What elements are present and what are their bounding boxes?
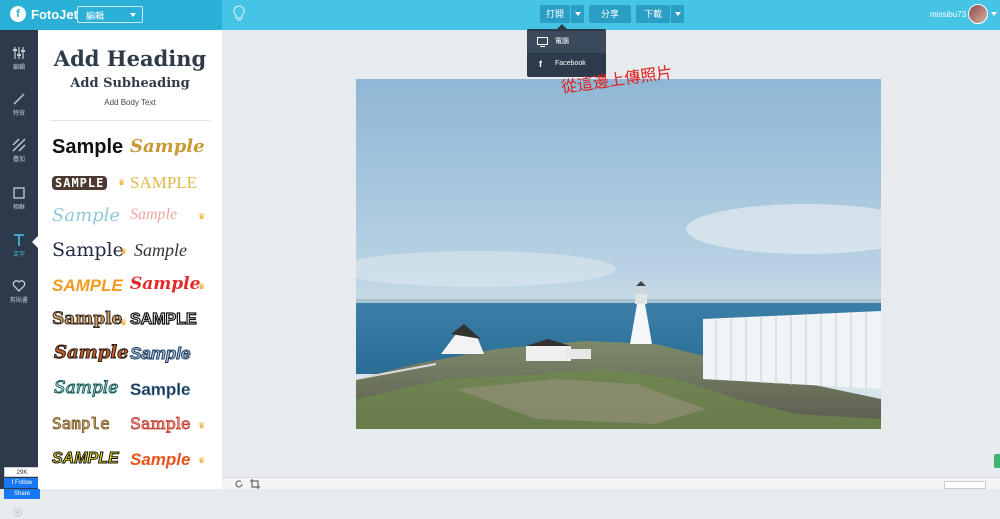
sidebar-item-clipart[interactable]: 剪貼畫 bbox=[0, 275, 38, 315]
mode-select[interactable]: 編輯 bbox=[77, 6, 143, 23]
rotate-icon[interactable] bbox=[234, 479, 244, 489]
text-style-sample[interactable]: Sample bbox=[130, 451, 190, 468]
mode-select-value: 編輯 bbox=[86, 11, 105, 21]
overlay-icon bbox=[12, 138, 26, 152]
text-style-sample[interactable]: Sample bbox=[52, 207, 120, 225]
premium-crown-icon: ♛ bbox=[120, 247, 128, 256]
premium-crown-icon: ♛ bbox=[198, 282, 206, 291]
text-style-sample[interactable]: Sample bbox=[52, 241, 124, 260]
lighthouse-photo[interactable] bbox=[356, 79, 881, 429]
open-dropdown-toggle[interactable] bbox=[570, 5, 584, 23]
premium-crown-icon: ♛ bbox=[198, 421, 206, 430]
divider bbox=[50, 120, 210, 121]
text-style-sample[interactable]: SAMPLE bbox=[52, 176, 108, 190]
text-style-sample[interactable]: SAMPLE bbox=[52, 450, 120, 467]
premium-crown-icon: ♛ bbox=[120, 318, 128, 327]
facebook-widget: 29K f Follow Share bbox=[4, 467, 40, 499]
sidebar-item-effects[interactable]: 特效 bbox=[0, 88, 38, 128]
sidebar-item-label: 疊加 bbox=[12, 157, 25, 163]
sidebar-item-text[interactable]: 文字 bbox=[0, 229, 38, 269]
gear-icon[interactable] bbox=[11, 506, 24, 519]
sidebar-item-label: 編輯 bbox=[12, 65, 25, 71]
fb-follow-count: 29K bbox=[4, 467, 40, 477]
text-style-sample[interactable]: Sample bbox=[130, 276, 200, 293]
text-style-sample[interactable]: Sample bbox=[54, 343, 130, 362]
premium-crown-icon: ♛ bbox=[198, 456, 206, 465]
top-bar: f FotoJet 編輯 打開 分享 下載 missibu73 bbox=[0, 0, 1000, 30]
feedback-tab[interactable] bbox=[994, 454, 1000, 468]
sidebar-item-edit[interactable]: 編輯 bbox=[0, 42, 38, 82]
add-subheading-button[interactable]: Add Subheading bbox=[38, 76, 222, 91]
crop-icon[interactable] bbox=[250, 479, 260, 489]
text-style-sample[interactable]: Sample bbox=[130, 138, 205, 156]
sidebar-item-label: 剪貼畫 bbox=[9, 298, 28, 304]
chevron-down-icon[interactable] bbox=[991, 12, 997, 16]
fotojet-logo-icon: f bbox=[10, 6, 26, 22]
chevron-down-icon bbox=[130, 13, 136, 17]
menu-item-label: 電腦 bbox=[555, 38, 569, 45]
text-panel: Add Heading Add Subheading Add Body Text… bbox=[38, 30, 222, 489]
zoom-select[interactable] bbox=[944, 481, 986, 489]
frame-icon bbox=[13, 187, 25, 199]
text-icon bbox=[14, 234, 24, 246]
text-style-sample[interactable]: Sample bbox=[134, 241, 187, 259]
text-style-sample[interactable]: Sample bbox=[129, 345, 190, 363]
fb-share-button[interactable]: Share bbox=[4, 489, 40, 499]
magic-wand-icon bbox=[13, 93, 25, 105]
heart-icon bbox=[12, 280, 26, 292]
download-dropdown-toggle[interactable] bbox=[670, 5, 684, 23]
canvas-area bbox=[222, 30, 1000, 489]
menu-item-computer[interactable]: 電腦 bbox=[527, 31, 606, 53]
text-style-sample[interactable]: Sample bbox=[51, 310, 122, 328]
sidebar-item-label: 相框 bbox=[12, 205, 25, 211]
text-style-sample[interactable]: SAMPLE bbox=[129, 311, 197, 328]
open-button[interactable]: 打開 bbox=[540, 5, 570, 23]
fb-follow-label: Follow bbox=[15, 480, 33, 486]
sidebar-item-label: 文字 bbox=[12, 252, 25, 258]
sidebar-item-label: 特效 bbox=[12, 111, 25, 117]
add-heading-button[interactable]: Add Heading bbox=[38, 46, 222, 71]
logo-text: FotoJet bbox=[31, 6, 78, 22]
text-style-sample[interactable]: SAMPLE bbox=[130, 174, 197, 191]
text-style-sample[interactable]: Sample bbox=[53, 379, 118, 397]
lightbulb-icon[interactable] bbox=[233, 5, 245, 23]
sidebar-nav: 編輯 特效 疊加 相框 文字 剪貼畫 29K f Follow Share bbox=[0, 30, 40, 518]
text-style-sample[interactable]: Sample bbox=[52, 415, 111, 432]
text-style-sample[interactable]: Sample bbox=[52, 137, 123, 157]
avatar[interactable] bbox=[968, 4, 988, 24]
add-body-text-button[interactable]: Add Body Text bbox=[38, 98, 222, 107]
fb-follow-button[interactable]: f Follow bbox=[4, 478, 40, 488]
download-button[interactable]: 下載 bbox=[636, 5, 670, 23]
menu-item-label: Facebook bbox=[555, 60, 586, 67]
sliders-icon bbox=[13, 47, 25, 59]
bottom-toolbar bbox=[222, 477, 1000, 489]
monitor-icon bbox=[537, 37, 548, 47]
premium-crown-icon: ♛ bbox=[118, 178, 126, 187]
text-style-sample[interactable]: Sample bbox=[130, 415, 191, 432]
sidebar-item-frame[interactable]: 相框 bbox=[0, 182, 38, 222]
facebook-icon: f bbox=[539, 59, 542, 69]
text-style-sample[interactable]: Sample bbox=[130, 381, 191, 399]
text-style-sample[interactable]: Sample bbox=[130, 207, 177, 223]
username[interactable]: missibu73 bbox=[930, 10, 966, 19]
app-logo[interactable]: f FotoJet bbox=[10, 6, 78, 22]
share-button[interactable]: 分享 bbox=[589, 5, 631, 23]
sidebar-item-overlay[interactable]: 疊加 bbox=[0, 134, 38, 174]
text-style-sample[interactable]: SAMPLE bbox=[52, 277, 123, 294]
premium-crown-icon: ♛ bbox=[198, 212, 206, 221]
